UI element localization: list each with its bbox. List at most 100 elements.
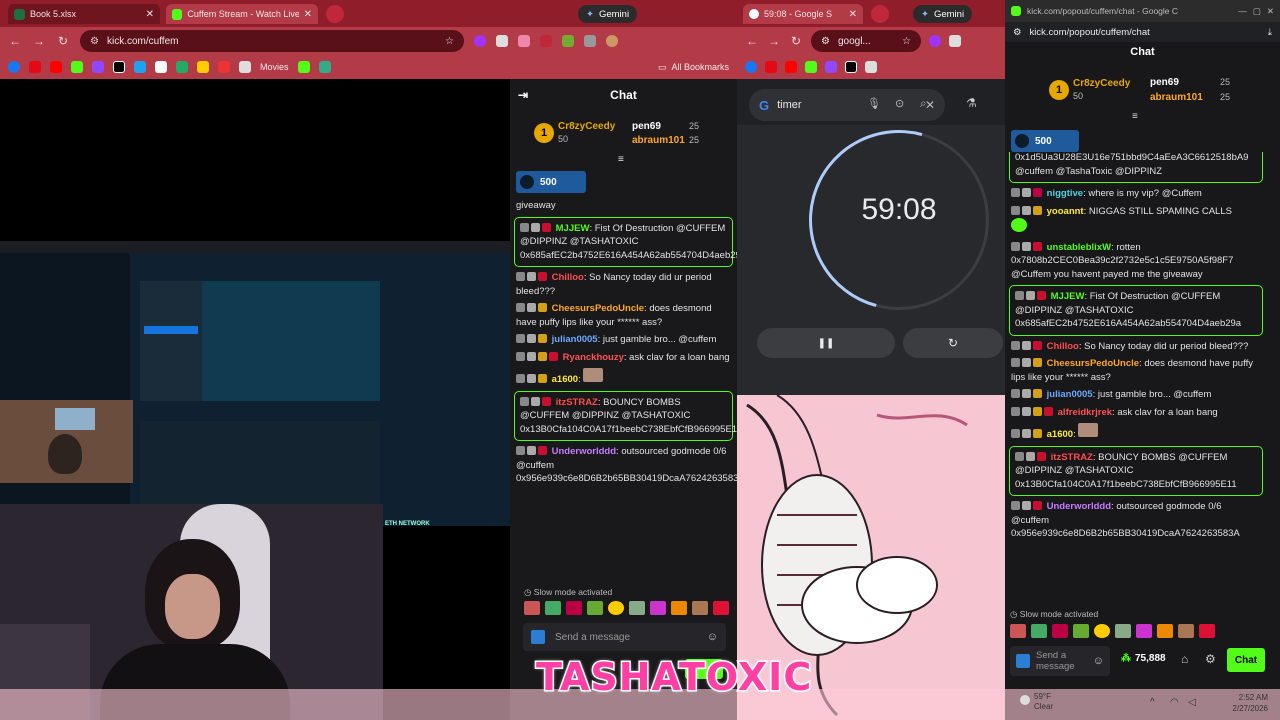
pause-button[interactable]: ❚❚ [757, 328, 895, 358]
emote-button[interactable] [1031, 624, 1047, 638]
delete-icon[interactable] [1015, 291, 1024, 300]
timeout-icon[interactable] [527, 374, 536, 383]
close-icon[interactable]: ✕ [849, 9, 857, 20]
message-username[interactable]: julian0005 [552, 334, 598, 345]
message-username[interactable]: unstableblixW [1047, 242, 1111, 253]
leader-name[interactable]: Cr8zyCeedy [1073, 78, 1130, 89]
delete-icon[interactable] [520, 396, 529, 406]
twitch-icon[interactable] [825, 61, 837, 73]
extension-icon[interactable] [496, 35, 508, 47]
expand-leaderboard-icon[interactable]: ≡ [618, 154, 624, 165]
forward-icon[interactable]: → [767, 34, 781, 48]
emote-button[interactable] [629, 601, 645, 615]
timeout-icon[interactable] [1022, 501, 1031, 510]
leader-name[interactable]: abraum101 [1150, 92, 1203, 103]
timeout-icon[interactable] [1022, 188, 1031, 197]
bookmark-star-icon[interactable]: ☆ [445, 36, 454, 47]
bookmark-icon[interactable] [197, 61, 209, 73]
reload-icon[interactable]: ↻ [789, 34, 803, 48]
kick-emote-icon[interactable] [1016, 654, 1030, 668]
delete-icon[interactable] [516, 303, 525, 312]
timeout-icon[interactable] [1022, 389, 1031, 398]
delete-icon[interactable] [1011, 188, 1020, 197]
pinned-gift[interactable]: 500 [1011, 130, 1079, 152]
leader-name[interactable]: abraum101 [632, 135, 685, 146]
back-icon[interactable]: ← [8, 34, 22, 48]
tab-google-timer[interactable]: 59:08 - Google S ✕ [743, 4, 863, 24]
leader-name[interactable]: pen69 [632, 121, 661, 132]
message-username[interactable]: Chilloo [552, 272, 584, 283]
volume-icon[interactable]: ◁ [1188, 697, 1196, 708]
delete-icon[interactable] [1015, 451, 1024, 461]
delete-icon[interactable] [1011, 358, 1020, 367]
timeout-icon[interactable] [1022, 358, 1031, 367]
emote-button[interactable] [650, 601, 666, 615]
message-input[interactable]: Send a message ☺ [523, 623, 726, 651]
twitch-icon[interactable] [92, 61, 104, 73]
bookmark-icon[interactable] [134, 61, 146, 73]
timeout-icon[interactable] [527, 334, 536, 343]
address-bar[interactable]: ⚙ kick.com/cuffem ☆ [80, 30, 464, 52]
profile-avatar[interactable] [606, 35, 618, 47]
message-username[interactable]: yooannt [1047, 206, 1084, 217]
emote-button[interactable] [566, 601, 582, 615]
youtube-icon[interactable] [50, 61, 62, 73]
message-username[interactable]: itzSTRAZ [1051, 452, 1093, 463]
site-info-icon[interactable]: ⚙ [1013, 27, 1022, 38]
pinned-gift[interactable]: 500 [516, 171, 586, 193]
message-username[interactable]: MJJEW [1051, 291, 1085, 302]
bookmarks-folder-movies[interactable]: Movies [260, 62, 289, 72]
gemini-button[interactable]: ✦ Gemini [578, 5, 638, 23]
stream-video[interactable]: ETH NETWORK [0, 79, 510, 720]
close-icon[interactable]: ✕ [146, 9, 154, 20]
delete-icon[interactable] [1011, 340, 1020, 350]
network-icon[interactable]: ◠ [1170, 697, 1179, 708]
timeout-icon[interactable] [1026, 451, 1035, 461]
youtube-icon[interactable] [785, 61, 797, 73]
timeout-icon[interactable] [527, 303, 536, 312]
message-input[interactable]: Send a message ☺ [1010, 646, 1110, 676]
timeout-icon[interactable] [531, 222, 540, 232]
message-username[interactable]: a1600 [552, 374, 578, 385]
lens-icon[interactable]: ⊙ [895, 97, 904, 110]
chat-send-button[interactable]: Chat [1227, 648, 1265, 672]
bookmark-icon[interactable] [176, 61, 188, 73]
delete-icon[interactable] [1011, 429, 1020, 438]
bookmark-star-icon[interactable]: ☆ [902, 36, 911, 47]
forward-icon[interactable]: → [32, 34, 46, 48]
expand-leaderboard-icon[interactable]: ≡ [1132, 111, 1138, 122]
emoji-icon[interactable]: ☺ [707, 631, 718, 643]
extension-icon[interactable] [584, 35, 596, 47]
emote-button[interactable] [587, 601, 603, 615]
netflix-icon[interactable] [765, 61, 777, 73]
settings-icon[interactable]: ⚙ [1205, 652, 1216, 666]
collapse-chat-icon[interactable]: ⇥ [518, 88, 528, 102]
reset-button[interactable]: ↻ [903, 328, 1003, 358]
new-tab-button[interactable] [326, 5, 344, 23]
labs-icon[interactable]: ⚗ [966, 96, 977, 110]
message-username[interactable]: Ryanckhouzy [563, 352, 624, 363]
delete-icon[interactable] [1011, 241, 1020, 251]
close-icon[interactable]: ✕ [1267, 6, 1274, 17]
emote-button[interactable] [713, 601, 729, 615]
facebook-icon[interactable] [8, 61, 20, 73]
maximize-icon[interactable]: ▢ [1253, 6, 1261, 17]
timeout-icon[interactable] [531, 396, 540, 406]
message-username[interactable]: MJJEW [556, 223, 590, 234]
timeout-icon[interactable] [527, 351, 536, 361]
facebook-icon[interactable] [745, 61, 757, 73]
emote-button[interactable] [545, 601, 561, 615]
leader-name[interactable]: Cr8zyCeedy [558, 121, 615, 132]
emote-button[interactable] [1178, 624, 1194, 638]
message-username[interactable]: Underworlddd [552, 446, 616, 457]
timeout-icon[interactable] [1022, 429, 1031, 438]
timeout-icon[interactable] [527, 446, 536, 455]
timeout-icon[interactable] [1022, 340, 1031, 350]
emoji-icon[interactable]: ☺ [1093, 655, 1104, 667]
x-icon[interactable] [845, 61, 857, 73]
delete-icon[interactable] [1011, 501, 1020, 510]
emote-button[interactable] [1157, 624, 1173, 638]
all-bookmarks-button[interactable]: ▭ All Bookmarks [658, 62, 729, 73]
leader-name[interactable]: pen69 [1150, 77, 1179, 88]
delete-icon[interactable] [1011, 205, 1020, 215]
